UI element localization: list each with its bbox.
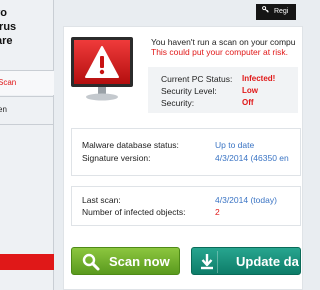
sidebar-item-scan[interactable]: Scan xyxy=(0,71,54,95)
register-label: Regi xyxy=(273,8,289,15)
alert-warning: This could put your computer at risk. xyxy=(151,47,289,57)
logo-line: ro xyxy=(0,7,7,19)
update-button[interactable]: Update da xyxy=(191,247,301,275)
status-value: Infected! xyxy=(242,74,276,83)
scan-now-button[interactable]: Scan now xyxy=(71,247,180,275)
last-scan-value: 4/3/2014 (today) xyxy=(215,195,277,205)
search-icon xyxy=(80,251,102,273)
key-icon xyxy=(262,6,271,15)
last-scan-label: Last scan: xyxy=(82,195,121,205)
status-label: Security: xyxy=(161,98,195,108)
sidebar-item-2[interactable]: en xyxy=(0,98,54,122)
scan-info-card xyxy=(71,186,301,226)
signature-version-label: Signature version: xyxy=(82,153,151,163)
status-label: Current PC Status: xyxy=(161,74,233,84)
top-bar xyxy=(54,0,290,26)
warning-icon xyxy=(70,36,134,102)
sidebar-warning-strip xyxy=(0,254,54,270)
download-icon xyxy=(196,251,218,273)
status-value: Low xyxy=(242,86,258,95)
sidebar-item-label: en xyxy=(0,105,7,114)
database-status-label: Malware database status: xyxy=(82,140,179,150)
status-value: Off xyxy=(242,98,254,107)
app-logo: ro irus are xyxy=(0,6,16,48)
database-status-value: Up to date xyxy=(215,140,255,150)
sidebar-item-label: Scan xyxy=(0,78,17,87)
signature-version-value: 4/3/2014 (46350 en xyxy=(215,153,289,163)
status-label: Security Level: xyxy=(161,86,217,96)
infected-count-value: 2 xyxy=(215,207,220,217)
database-card xyxy=(71,128,301,176)
sidebar-divider xyxy=(0,124,54,125)
infected-count-label: Number of infected objects: xyxy=(82,207,186,217)
update-label: Update da xyxy=(236,254,299,269)
logo-line: irus xyxy=(0,21,17,33)
register-button[interactable]: Regi xyxy=(256,4,296,20)
sidebar-divider xyxy=(0,96,54,97)
alert-message: You haven't run a scan on your compu xyxy=(151,37,296,47)
logo-line: are xyxy=(0,35,13,47)
scan-now-label: Scan now xyxy=(109,254,170,269)
sidebar: ro irus are Scan en xyxy=(0,0,54,290)
